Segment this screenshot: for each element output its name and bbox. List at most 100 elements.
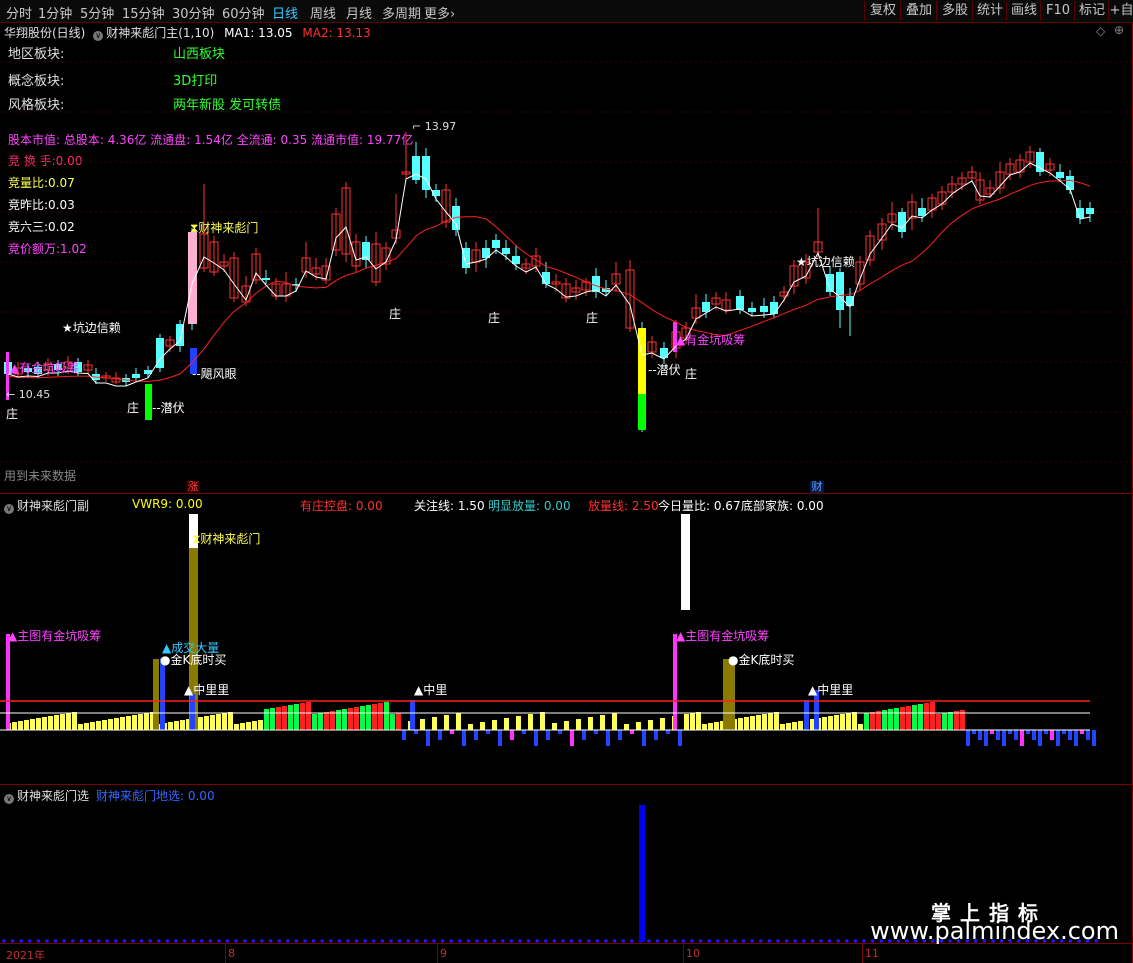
zhuang-label: 庄 <box>127 400 139 415</box>
period-tab-multi[interactable]: 多周期 <box>382 3 421 22</box>
selection-dot <box>690 939 694 943</box>
selection-dot <box>707 939 711 943</box>
overlay-button[interactable]: 叠加 <box>900 1 937 21</box>
sub-bar <box>204 716 209 730</box>
draw-line-button[interactable]: 画线 <box>1006 1 1041 21</box>
jink-label: ●金K底时买 <box>728 652 794 667</box>
selection-dot <box>200 939 204 943</box>
sub-bar <box>1032 730 1036 740</box>
x-axis-label: 8 <box>228 947 235 960</box>
sub-bar <box>1038 730 1042 746</box>
sub-bar <box>774 712 779 730</box>
candle-body <box>492 240 500 248</box>
sub-bar <box>198 717 203 730</box>
period-tab-daily[interactable]: 日线 <box>272 3 298 22</box>
selection-dot <box>303 939 307 943</box>
sub-bar <box>132 715 137 730</box>
selection-dot <box>784 939 789 943</box>
selection-dot <box>647 939 651 943</box>
caishen-label: ⧗财神来彪门 <box>192 531 260 546</box>
selection-dot <box>724 939 729 943</box>
period-tab-monthly[interactable]: 月线 <box>346 3 372 22</box>
sub-bar <box>738 718 743 730</box>
sub-bar <box>978 730 982 740</box>
sub-bar <box>990 730 994 734</box>
selection-dot <box>251 939 256 943</box>
candle-body <box>502 248 510 254</box>
selection-dot <box>346 939 350 943</box>
period-tab-1min[interactable]: 1分钟 <box>38 3 72 22</box>
sub-bar <box>570 730 574 746</box>
x-axis-label: 9 <box>440 947 447 960</box>
sub-bar <box>630 730 634 734</box>
sub-bar <box>402 730 406 740</box>
sub-bar <box>894 708 899 730</box>
sub-bar <box>1050 730 1054 740</box>
fuquan-button[interactable]: 复权 <box>864 1 901 21</box>
statistics-button[interactable]: 统计 <box>972 1 1007 21</box>
selection-dot <box>630 939 634 943</box>
period-tab-30min[interactable]: 30分钟 <box>172 3 215 22</box>
chevron-right-icon: › <box>450 7 456 22</box>
sub-bar <box>624 724 629 730</box>
selection-dot <box>733 939 737 943</box>
selection-dot <box>71 939 75 943</box>
selection-dot <box>311 939 316 943</box>
candlestick-chart[interactable]: ⌐ 13.97 ← 10.45 ⧗财神来彪门 ★坑边信赖 ★坑边信赖 ▲有金坑吸筹 ▲有金坑… <box>0 22 1132 493</box>
sub-bar <box>600 715 605 730</box>
candle-body <box>736 296 744 310</box>
sub-bar <box>216 714 221 730</box>
period-tab-60min[interactable]: 60分钟 <box>222 3 265 22</box>
selection-dot <box>397 939 402 943</box>
signal-bar <box>804 700 809 730</box>
selection-dot <box>122 939 127 943</box>
selection-dot <box>578 939 582 943</box>
sub-bar <box>378 703 383 730</box>
sub-bar <box>834 715 839 730</box>
sub-bar <box>390 714 395 730</box>
sub-bar <box>984 730 988 746</box>
multi-stock-button[interactable]: 多股 <box>936 1 973 21</box>
candle-body <box>412 156 420 180</box>
selection-dot <box>354 939 359 943</box>
sub-bar <box>168 722 173 730</box>
selection-dot <box>53 939 58 943</box>
selection-dot <box>105 939 109 943</box>
period-tab-weekly[interactable]: 周线 <box>310 3 336 22</box>
kengbian-label: ★坑边信赖 <box>62 320 121 335</box>
f10-button[interactable]: F10 <box>1040 1 1075 21</box>
add-watchlist-button[interactable]: +自选 <box>1108 1 1133 21</box>
sub-bar <box>702 724 707 730</box>
sub-bar <box>342 709 347 730</box>
selection-dot <box>664 939 668 943</box>
sub-bar <box>1068 730 1072 740</box>
signal-bar <box>153 659 159 730</box>
sub-bar <box>492 720 497 730</box>
zhuang-label: 庄 <box>6 406 18 421</box>
selection-dot <box>509 939 514 943</box>
sub-bar <box>654 730 658 740</box>
sub-bar <box>102 720 107 730</box>
sub-bar <box>138 714 143 730</box>
sub-indicator-chart[interactable]: ⧗财神来彪门▲主图有金坑吸筹 ▲主图有金坑吸筹▲成交大量●金K底时买 ●金K底时买▲… <box>0 494 1132 784</box>
selection-dot <box>243 939 247 943</box>
period-tab-15min[interactable]: 15分钟 <box>122 3 165 22</box>
qianfu-label: --潜伏 <box>648 363 681 377</box>
sub-bar <box>1026 730 1030 734</box>
period-tab-fenshi[interactable]: 分时 <box>6 3 32 22</box>
selection-dot <box>793 939 797 943</box>
sub-bar <box>540 712 545 730</box>
sub-bar <box>858 724 863 730</box>
mark-button[interactable]: 标记 <box>1074 1 1109 21</box>
sub-bar <box>108 719 113 730</box>
cai-marker[interactable]: 财 <box>810 481 824 493</box>
period-tab-5min[interactable]: 5分钟 <box>80 3 114 22</box>
zhang-marker[interactable]: 涨 <box>186 481 200 493</box>
sub-bar <box>912 705 917 730</box>
sub-bar <box>870 712 875 730</box>
sub-bar <box>174 721 179 730</box>
period-tab-more[interactable]: 更多› <box>424 3 455 22</box>
period-toolbar: 分时 1分钟 5分钟 15分钟 30分钟 60分钟 日线 周线 月线 多周期 更… <box>0 0 1133 23</box>
sub-bar <box>396 713 401 730</box>
candle-body <box>770 302 778 314</box>
